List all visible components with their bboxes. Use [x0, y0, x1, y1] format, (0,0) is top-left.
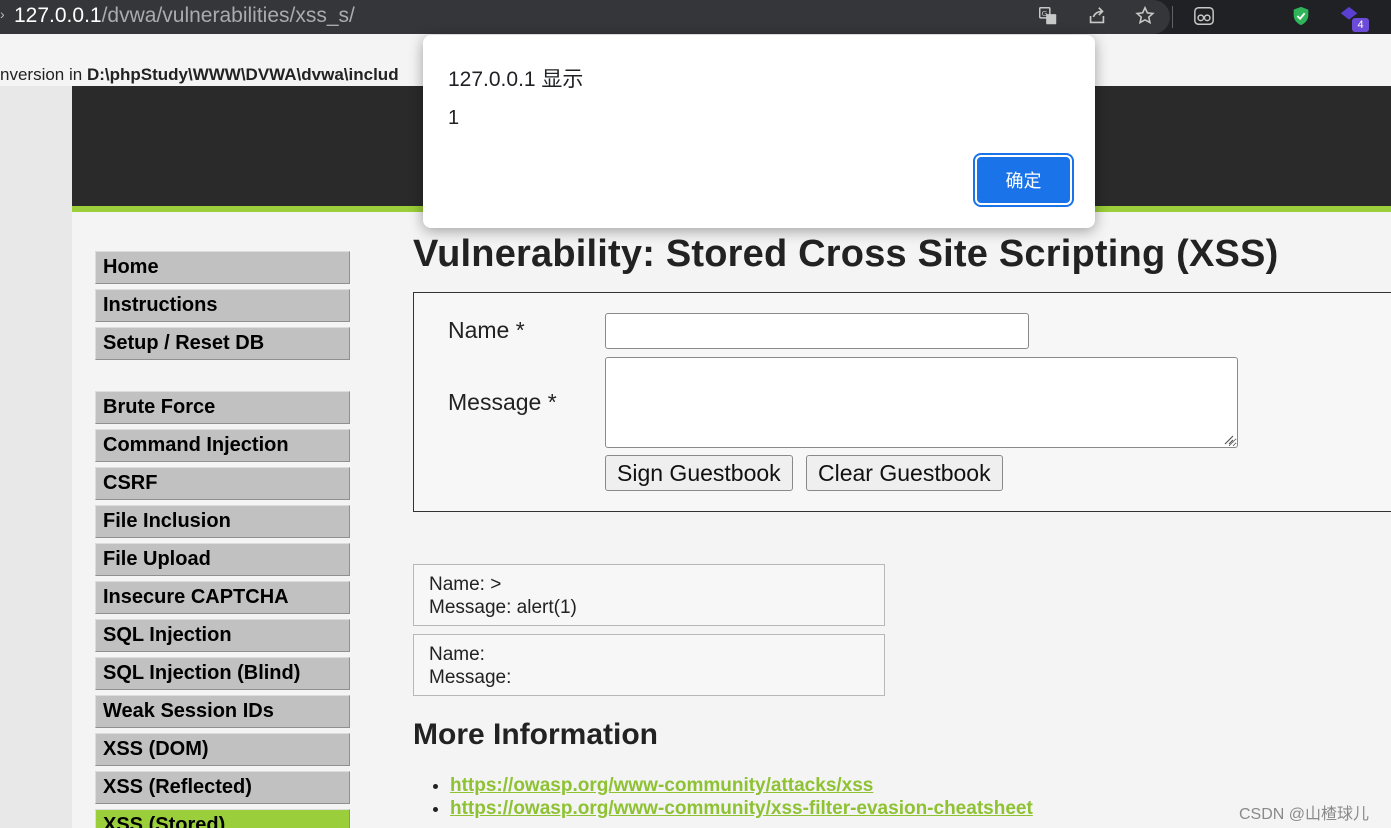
url-host: 127.0.0.1 — [14, 4, 102, 27]
list-item: https://owasp.org/www-community/xss-filt… — [450, 797, 1033, 820]
sidebar-item-weak-session-ids[interactable]: Weak Session IDs — [95, 695, 350, 728]
page-info-icon[interactable]: › — [0, 6, 5, 22]
owasp-filter-evasion-link[interactable]: https://owasp.org/www-community/xss-filt… — [450, 798, 1033, 819]
svg-text:G: G — [1042, 9, 1048, 18]
bookmark-star-icon[interactable] — [1132, 3, 1158, 29]
entry-message: Message: — [429, 667, 512, 688]
extension-badge: 4 — [1352, 18, 1369, 32]
dialog-message: 1 — [448, 107, 460, 129]
shield-check-icon[interactable] — [1288, 3, 1314, 29]
sidebar-item-brute-force[interactable]: Brute Force — [95, 391, 350, 424]
more-information-heading: More Information — [413, 718, 658, 751]
alert-dialog: 127.0.0.1 显示 1 确定 — [423, 35, 1095, 228]
csdn-watermark: CSDN @山楂球儿 — [1239, 806, 1370, 823]
toolbar-divider — [1172, 6, 1173, 28]
message-label: Message * — [448, 389, 557, 415]
entry-name: Name: > — [429, 574, 502, 595]
sidebar-item-instructions[interactable]: Instructions — [95, 289, 350, 322]
reading-mode-icon[interactable] — [1191, 3, 1217, 29]
name-input[interactable] — [605, 313, 1029, 349]
sidebar-item-xss-reflected[interactable]: XSS (Reflected) — [95, 771, 350, 804]
sidebar-item-xss-dom[interactable]: XSS (DOM) — [95, 733, 350, 766]
browser-toolbar: › 127.0.0.1/dvwa/vulnerabilities/xss_s/ … — [0, 0, 1391, 34]
share-icon[interactable] — [1084, 3, 1110, 29]
translate-icon[interactable]: G — [1035, 3, 1061, 29]
notice-prefix: nversion in — [0, 65, 87, 84]
url-path: /dvwa/vulnerabilities/xss_s/ — [101, 4, 355, 27]
sign-guestbook-button[interactable]: Sign Guestbook — [605, 455, 793, 491]
php-notice: nversion in D:\phpStudy\WWW\DVWA\dvwa\in… — [0, 64, 399, 86]
guestbook-entry: Name: Message: — [413, 634, 885, 696]
name-label: Name * — [448, 317, 525, 343]
entry-name: Name: — [429, 644, 485, 665]
address-bar[interactable]: › 127.0.0.1/dvwa/vulnerabilities/xss_s/ — [0, 0, 1170, 34]
sidebar-item-home[interactable]: Home — [95, 251, 350, 284]
owasp-xss-link[interactable]: https://owasp.org/www-community/attacks/… — [450, 775, 873, 796]
url-text[interactable]: 127.0.0.1/dvwa/vulnerabilities/xss_s/ — [14, 3, 355, 29]
page-title: Vulnerability: Stored Cross Site Scripti… — [413, 233, 1279, 275]
menu-gap — [95, 365, 350, 391]
dialog-ok-button[interactable]: 确定 — [973, 153, 1074, 207]
sidebar-menu: Home Instructions Setup / Reset DB Brute… — [95, 251, 350, 828]
entry-message: Message: alert(1) — [429, 597, 577, 618]
resize-grip-icon[interactable] — [1222, 433, 1234, 445]
sidebar-item-setup[interactable]: Setup / Reset DB — [95, 327, 350, 360]
clear-guestbook-button[interactable]: Clear Guestbook — [806, 455, 1003, 491]
sidebar-item-insecure-captcha[interactable]: Insecure CAPTCHA — [95, 581, 350, 614]
sidebar-item-file-upload[interactable]: File Upload — [95, 543, 350, 576]
guestbook-entry: Name: > Message: alert(1) — [413, 564, 885, 626]
more-info-links: https://owasp.org/www-community/attacks/… — [450, 774, 1033, 820]
list-item: https://owasp.org/www-community/attacks/… — [450, 774, 1033, 797]
message-textarea[interactable] — [605, 357, 1238, 448]
sidebar-item-sql-injection-blind[interactable]: SQL Injection (Blind) — [95, 657, 350, 690]
sidebar-item-command-injection[interactable]: Command Injection — [95, 429, 350, 462]
left-gutter — [0, 86, 72, 828]
sidebar-item-sql-injection[interactable]: SQL Injection — [95, 619, 350, 652]
dialog-title: 127.0.0.1 显示 — [448, 68, 584, 91]
notice-path: D:\phpStudy\WWW\DVWA\dvwa\includ — [86, 65, 399, 84]
sidebar-item-csrf[interactable]: CSRF — [95, 467, 350, 500]
sidebar-item-xss-stored[interactable]: XSS (Stored) — [95, 809, 350, 828]
guestbook-form: Name * Message * Sign Guestbook Clear Gu… — [413, 292, 1391, 512]
sidebar-item-file-inclusion[interactable]: File Inclusion — [95, 505, 350, 538]
